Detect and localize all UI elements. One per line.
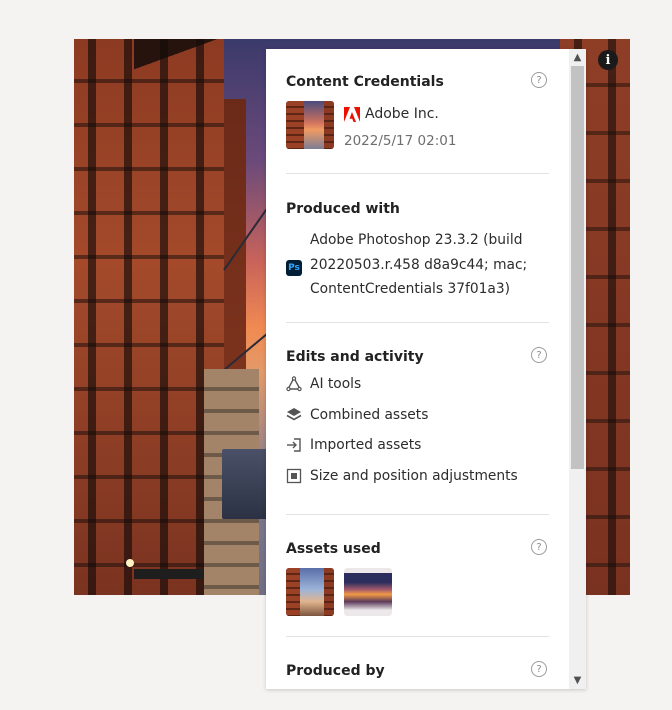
section-title: Content Credentials — [286, 74, 444, 90]
assets-used-section: Assets used ? — [286, 515, 549, 637]
produced-with-section: Produced with Ps Adobe Photoshop 23.3.2 … — [286, 174, 549, 323]
info-icon[interactable]: i — [598, 50, 618, 70]
scroll-up-arrow-icon[interactable]: ▲ — [569, 49, 586, 66]
content-credentials-section: Content Credentials ? Adobe Inc. 2022/5/… — [286, 49, 549, 174]
edit-item-size-position: Size and position adjustments — [286, 468, 518, 484]
import-icon — [287, 438, 301, 452]
edit-item-label: Imported assets — [310, 437, 422, 453]
edit-item-label: Combined assets — [310, 407, 429, 423]
edit-item-label: Size and position adjustments — [310, 468, 518, 484]
panel-scrollbar[interactable]: ▲ ▼ — [569, 49, 586, 689]
section-title: Produced by — [286, 663, 385, 679]
signed-date: 2022/5/17 02:01 — [344, 133, 457, 149]
edit-item-imported-assets: Imported assets — [286, 437, 421, 453]
edit-item-ai-tools: AI tools — [286, 376, 361, 392]
asset-thumbnail-city[interactable] — [286, 568, 334, 616]
edit-item-label: AI tools — [310, 376, 362, 392]
produced-by-section: Produced by ? — [286, 637, 549, 689]
resize-icon — [286, 468, 302, 484]
ai-tools-icon — [286, 376, 302, 392]
section-title: Produced with — [286, 201, 400, 217]
section-title: Assets used — [286, 541, 381, 557]
app-info: Adobe Photoshop 23.3.2 (build 20220503.r… — [310, 232, 528, 297]
panel-content: Content Credentials ? Adobe Inc. 2022/5/… — [286, 49, 549, 689]
issuer-name: Adobe Inc. — [365, 106, 439, 122]
help-icon[interactable]: ? — [531, 347, 547, 363]
image-thumbnail — [286, 101, 334, 149]
help-icon[interactable]: ? — [531, 539, 547, 555]
asset-thumbnail-sunset[interactable] — [344, 568, 392, 616]
scroll-down-arrow-icon[interactable]: ▼ — [569, 672, 586, 689]
help-icon[interactable]: ? — [531, 661, 547, 677]
help-icon[interactable]: ? — [531, 72, 547, 88]
content-credentials-panel: Content Credentials ? Adobe Inc. 2022/5/… — [266, 49, 586, 689]
photoshop-icon: Ps — [286, 260, 302, 276]
edit-item-combined-assets: Combined assets — [286, 407, 428, 423]
adobe-logo-icon — [344, 106, 360, 122]
scroll-thumb[interactable] — [571, 66, 584, 469]
awning — [134, 569, 204, 579]
street-lamp — [126, 559, 134, 567]
section-title: Edits and activity — [286, 349, 424, 365]
layers-icon — [286, 408, 302, 421]
issuer-row: Adobe Inc. — [344, 106, 439, 122]
edits-activity-section: Edits and activity ? AI tools Combined a… — [286, 323, 549, 515]
